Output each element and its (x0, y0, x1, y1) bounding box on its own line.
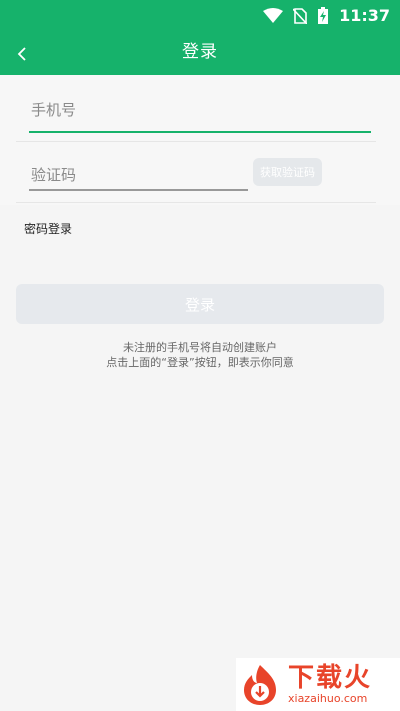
page-title: 登录 (182, 42, 218, 62)
phone-underline (29, 131, 371, 133)
phone-input[interactable] (29, 93, 375, 127)
watermark-cn: 下载火 (288, 663, 373, 693)
app-bar: 登录 (0, 32, 400, 75)
password-login-link[interactable]: 密码登录 (24, 220, 72, 237)
get-code-button[interactable]: 获取验证码 (253, 158, 322, 186)
tips-line-1: 未注册的手机号将自动创建账户 (123, 341, 277, 354)
status-icons: 11:37 (263, 6, 390, 26)
verification-code-input[interactable] (29, 159, 243, 191)
divider (16, 141, 376, 142)
watermark: 下载火 xiazaihuo.com (236, 658, 400, 711)
wifi-icon (263, 8, 284, 23)
divider (16, 202, 376, 203)
flame-logo-icon (244, 664, 276, 705)
battery-charging-icon (318, 7, 329, 24)
terms-tips: 未注册的手机号将自动创建账户 点击上面的“登录”按钮，即表示你同意 (0, 340, 400, 370)
status-time: 11:37 (339, 6, 390, 25)
no-sim-icon (293, 8, 308, 24)
watermark-en: xiazaihuo.com (288, 692, 368, 705)
code-underline (29, 189, 248, 191)
tips-line-2: 点击上面的“登录”按钮，即表示你同意 (106, 356, 294, 369)
status-bar: 11:37 (0, 0, 400, 32)
login-form: 获取验证码 (0, 75, 400, 205)
login-button[interactable]: 登录 (16, 284, 384, 324)
